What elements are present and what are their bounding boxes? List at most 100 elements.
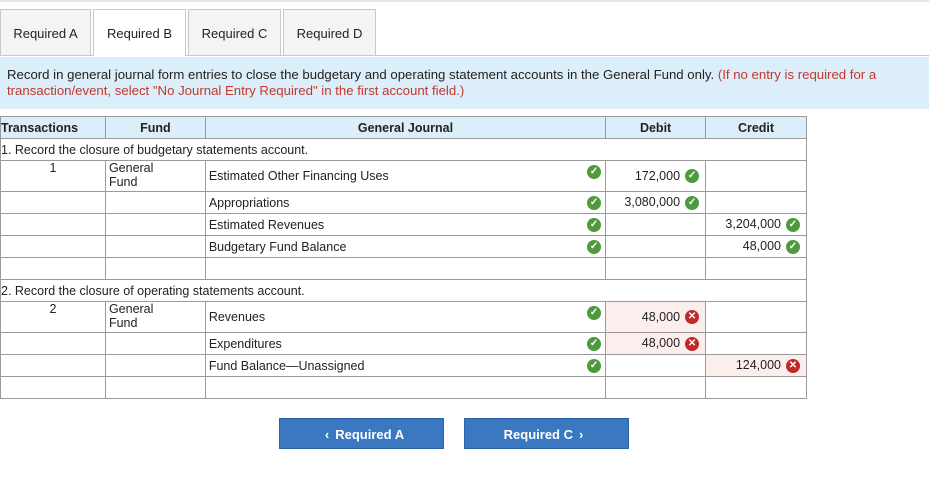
section-title: 2. Record the closure of operating state… xyxy=(0,279,807,302)
header-credit: Credit xyxy=(705,116,807,139)
account-name: Estimated Other Financing Uses xyxy=(208,169,389,183)
account-name: Revenues xyxy=(208,310,266,324)
section-title-row: 2. Record the closure of operating state… xyxy=(0,279,807,302)
credit-cell[interactable] xyxy=(705,160,807,192)
credit-amount: 48,000 xyxy=(742,239,781,254)
account-name: Budgetary Fund Balance xyxy=(208,239,347,254)
table-row xyxy=(0,257,807,280)
table-header-row: Transactions Fund General Journal Debit … xyxy=(0,116,807,139)
check-icon: ✓ xyxy=(587,196,602,210)
account-cell[interactable]: Estimated Other Financing Uses ✓ xyxy=(204,160,607,192)
credit-cell[interactable] xyxy=(705,376,807,399)
debit-cell[interactable] xyxy=(605,257,707,280)
table-row: 1 General Fund Estimated Other Financing Us… xyxy=(0,160,807,192)
debit-cell[interactable]: 3,080,000 ✓ xyxy=(605,191,707,214)
chevron-right-icon: › xyxy=(579,427,584,442)
account-cell[interactable] xyxy=(204,376,607,399)
debit-cell[interactable] xyxy=(605,213,707,236)
credit-cell[interactable] xyxy=(705,191,807,214)
instructions-box: Record in general journal form entries t… xyxy=(0,57,929,109)
prev-button[interactable]: ‹ Required A xyxy=(279,418,444,449)
credit-cell[interactable]: 124,000 ✕ xyxy=(705,354,807,377)
fund-cell[interactable]: General Fund xyxy=(104,160,206,192)
tab-bar: Required A Required B Required C Require… xyxy=(0,9,929,56)
table-row: Fund Balance—Unassigned ✓ 124,000 ✕ xyxy=(0,354,807,377)
debit-cell[interactable] xyxy=(605,376,707,399)
account-cell[interactable]: Fund Balance—Unassigned ✓ xyxy=(204,354,607,377)
credit-amount: 3,204,000 xyxy=(725,217,781,232)
table-row: Appropriations ✓ 3,080,000 ✓ xyxy=(0,191,807,214)
debit-cell[interactable] xyxy=(605,235,707,258)
account-cell[interactable]: Revenues ✓ xyxy=(204,301,607,333)
account-cell[interactable]: Appropriations ✓ xyxy=(204,191,607,214)
debit-cell[interactable] xyxy=(605,354,707,377)
credit-amount: 124,000 xyxy=(735,358,781,373)
error-icon: ✕ xyxy=(685,310,700,325)
debit-cell[interactable]: 172,000 ✓ xyxy=(605,160,707,192)
header-transactions: Transactions xyxy=(0,116,106,139)
table-row: Expenditures ✓ 48,000 ✕ xyxy=(0,332,807,355)
header-debit: Debit xyxy=(605,116,707,139)
account-cell[interactable] xyxy=(204,257,607,280)
account-cell[interactable]: Budgetary Fund Balance ✓ xyxy=(204,235,607,258)
fund-cell[interactable] xyxy=(104,191,206,214)
section-title: 1. Record the closure of budgetary state… xyxy=(0,138,807,161)
debit-cell[interactable]: 48,000 ✕ xyxy=(605,332,707,355)
debit-amount: 48,000 xyxy=(641,336,681,351)
check-icon: ✓ xyxy=(587,240,602,254)
check-icon: ✓ xyxy=(587,337,602,351)
account-name: Expenditures xyxy=(208,336,282,351)
check-icon: ✓ xyxy=(587,165,602,179)
fund-cell[interactable] xyxy=(104,332,206,355)
error-icon: ✕ xyxy=(685,336,700,351)
account-name: Appropriations xyxy=(208,195,290,210)
credit-cell[interactable]: 48,000 ✓ xyxy=(705,235,807,258)
transaction-number-cell xyxy=(0,332,106,355)
debit-cell[interactable]: 48,000 ✕ xyxy=(605,301,707,333)
fund-cell[interactable] xyxy=(104,354,206,377)
fund-cell[interactable] xyxy=(104,257,206,280)
table-row: 2 General Fund Revenues ✓ 48,000 ✕ xyxy=(0,301,807,333)
fund-cell[interactable] xyxy=(104,235,206,258)
table-row: Estimated Revenues ✓ 3,204,000 ✓ xyxy=(0,213,807,236)
error-icon: ✕ xyxy=(786,358,800,373)
header-fund: Fund xyxy=(104,116,206,139)
credit-cell[interactable] xyxy=(705,301,807,333)
account-cell[interactable]: Estimated Revenues ✓ xyxy=(204,213,607,236)
check-icon: ✓ xyxy=(587,359,602,373)
table-row: Budgetary Fund Balance ✓ 48,000 ✓ xyxy=(0,235,807,258)
transaction-number-cell xyxy=(0,376,106,399)
transaction-number-cell xyxy=(0,257,106,280)
tab-required-d[interactable]: Required D xyxy=(283,9,376,55)
header-general-journal: General Journal xyxy=(204,116,607,139)
check-icon: ✓ xyxy=(685,195,700,210)
chevron-left-icon: ‹ xyxy=(324,427,330,442)
credit-cell[interactable] xyxy=(705,332,807,355)
table-row xyxy=(0,376,807,399)
transaction-number-cell: 2 xyxy=(0,301,106,333)
next-button-label: Required C xyxy=(503,427,573,442)
check-icon: ✓ xyxy=(587,306,602,320)
transaction-number-cell xyxy=(0,354,106,377)
check-icon: ✓ xyxy=(786,217,800,232)
journal-table: Transactions Fund General Journal Debit … xyxy=(0,116,807,399)
transaction-number-cell: 1 xyxy=(0,160,106,192)
debit-amount: 48,000 xyxy=(641,309,681,324)
fund-cell[interactable]: General Fund xyxy=(104,301,206,333)
transaction-number-cell xyxy=(0,213,106,236)
fund-cell[interactable] xyxy=(104,376,206,399)
instructions-text: Record in general journal form entries t… xyxy=(7,67,715,82)
fund-cell[interactable] xyxy=(104,213,206,236)
account-cell[interactable]: Expenditures ✓ xyxy=(204,332,607,355)
credit-cell[interactable]: 3,204,000 ✓ xyxy=(705,213,807,236)
tab-required-c[interactable]: Required C xyxy=(188,9,281,55)
account-name: Estimated Revenues xyxy=(208,217,325,232)
top-border xyxy=(0,0,929,2)
tab-required-b[interactable]: Required B xyxy=(93,9,186,56)
next-button[interactable]: Required C › xyxy=(464,418,629,449)
tab-required-a[interactable]: Required A xyxy=(0,9,91,55)
debit-amount: 3,080,000 xyxy=(624,195,681,210)
prev-button-label: Required A xyxy=(335,427,405,442)
section-title-row: 1. Record the closure of budgetary state… xyxy=(0,138,807,161)
credit-cell[interactable] xyxy=(705,257,807,280)
